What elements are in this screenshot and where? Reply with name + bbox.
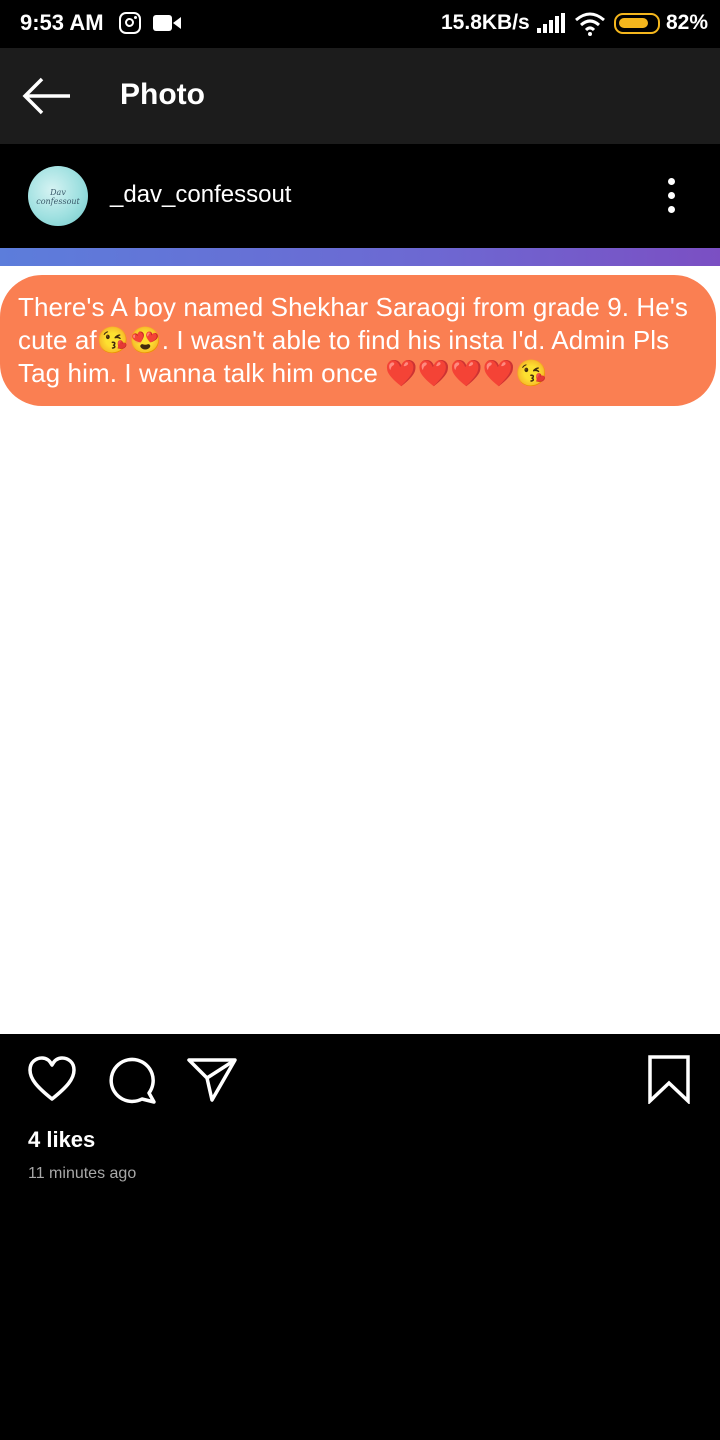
battery-percent: 82%: [666, 11, 709, 34]
status-time: 9:53 AM: [20, 10, 104, 35]
photo-gradient-strip: [0, 248, 720, 266]
battery-icon: [614, 13, 660, 34]
battery-level: [619, 18, 648, 28]
post-username[interactable]: _dav_confessout: [110, 181, 291, 209]
confession-text: There's A boy named Shekhar Saraogi from…: [18, 292, 689, 388]
network-speed: 15.8KB/s: [441, 11, 530, 34]
confession-bubble: There's A boy named Shekhar Saraogi from…: [0, 275, 716, 406]
avatar-logo-text: Dav confessout: [36, 188, 80, 206]
arrow-left-icon[interactable]: [22, 77, 72, 115]
likes-count[interactable]: 4 likes: [28, 1127, 95, 1153]
wifi-icon: [575, 12, 605, 36]
instagram-icon: [119, 12, 141, 34]
post-timestamp: 11 minutes ago: [28, 1165, 137, 1182]
app-bar: Photo: [0, 48, 720, 144]
post-actions: 4 likes 11 minutes ago: [0, 1034, 720, 1440]
post-photo[interactable]: There's A boy named Shekhar Saraogi from…: [0, 248, 720, 1034]
more-vertical-icon[interactable]: [660, 176, 684, 216]
post-header: Dav confessout _dav_confessout: [0, 144, 720, 248]
comment-icon[interactable]: [108, 1055, 158, 1105]
heart-icon[interactable]: [27, 1055, 77, 1103]
page-title: Photo: [120, 78, 205, 111]
avatar[interactable]: Dav confessout: [28, 166, 88, 226]
share-icon[interactable]: [186, 1055, 238, 1103]
signal-icon: [537, 13, 565, 33]
bookmark-icon[interactable]: [647, 1054, 691, 1104]
video-icon: [153, 15, 181, 31]
status-bar: 9:53 AM 15.8KB/s 82%: [0, 0, 720, 48]
